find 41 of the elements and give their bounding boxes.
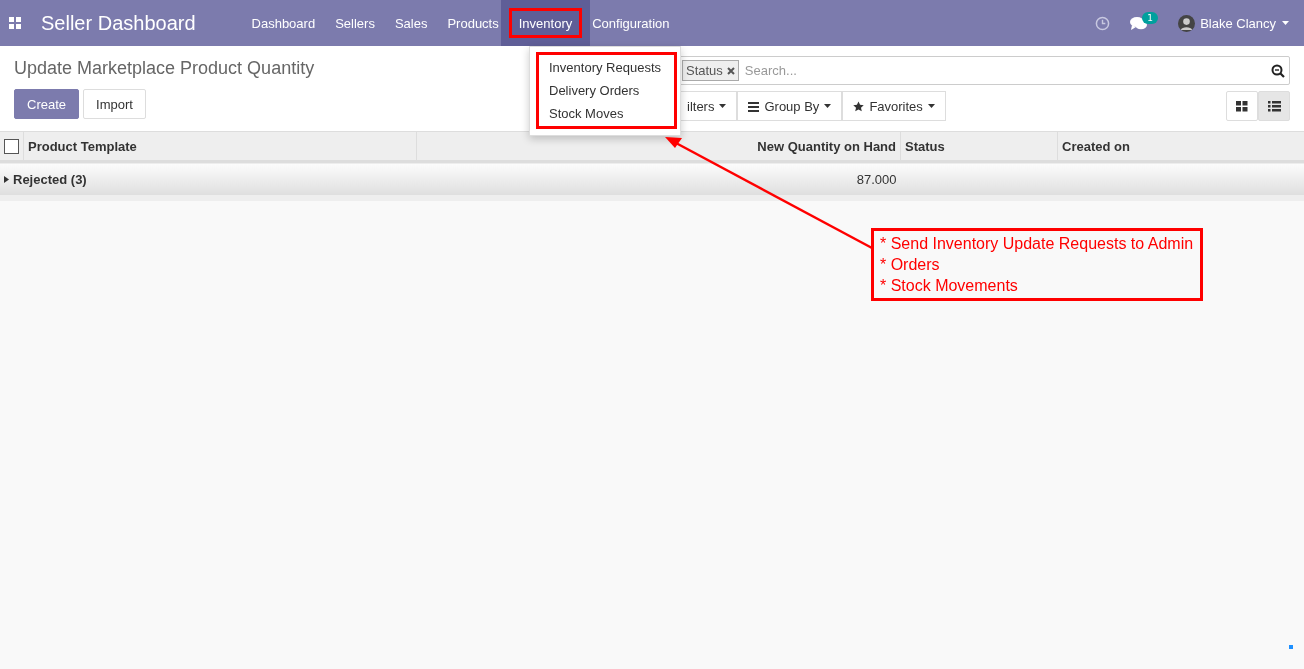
column-header[interactable]: Product Template	[23, 132, 417, 162]
import-button[interactable]: Import	[83, 89, 146, 119]
caret-icon	[927, 104, 935, 108]
group-by-button[interactable]: Group By	[737, 91, 843, 121]
search-icon[interactable]	[1271, 63, 1285, 78]
avatar-icon[interactable]	[1178, 14, 1196, 32]
nav-item[interactable]: Configuration	[582, 0, 680, 46]
annotation-text: * Orders	[880, 255, 941, 274]
app-title: Seller Dashboard	[41, 11, 196, 35]
close-icon[interactable]	[726, 66, 735, 75]
menu-item[interactable]: Stock Moves	[539, 106, 674, 121]
column-header[interactable]: Created on	[1057, 132, 1304, 162]
menu-item[interactable]: Inventory Requests	[539, 60, 674, 75]
favorites-button[interactable]: Favorites	[842, 91, 946, 121]
caret-icon	[719, 104, 727, 108]
view-switch-button[interactable]	[1226, 91, 1258, 121]
user-name[interactable]: Blake Clancy	[1200, 15, 1276, 31]
list-icon	[1267, 100, 1281, 112]
apps-icon[interactable]	[9, 17, 21, 29]
caret-icon	[824, 104, 832, 108]
menu-item[interactable]: Delivery Orders	[539, 83, 674, 98]
column-header[interactable]: Status	[900, 132, 1058, 162]
nav-item[interactable]: Dashboard	[241, 0, 326, 46]
annotation-text: * Send Inventory Update Requests to Admin	[880, 234, 1194, 253]
table-cell: 87.000	[416, 161, 901, 195]
column-header[interactable]: New Quantity on Hand	[416, 132, 901, 162]
nav-item[interactable]: Sales	[384, 0, 438, 46]
menu-icon	[748, 100, 760, 112]
nav-item[interactable]: Products	[437, 0, 509, 46]
notification-badge: 1	[1142, 11, 1158, 24]
expand-icon	[4, 175, 9, 183]
annotation-text: * Stock Movements	[880, 276, 1019, 295]
grid-icon	[1236, 100, 1248, 112]
caret-icon[interactable]	[1282, 21, 1289, 25]
view-switch-button[interactable]	[1258, 91, 1290, 121]
star-icon	[853, 100, 865, 112]
page-title: Update Marketplace Product Quantity	[14, 58, 315, 79]
select-all-checkbox[interactable]	[4, 138, 19, 154]
create-button[interactable]: Create	[14, 89, 80, 119]
nav-item[interactable]: Sellers	[325, 0, 385, 46]
filter-facet[interactable]: Status	[682, 60, 739, 81]
